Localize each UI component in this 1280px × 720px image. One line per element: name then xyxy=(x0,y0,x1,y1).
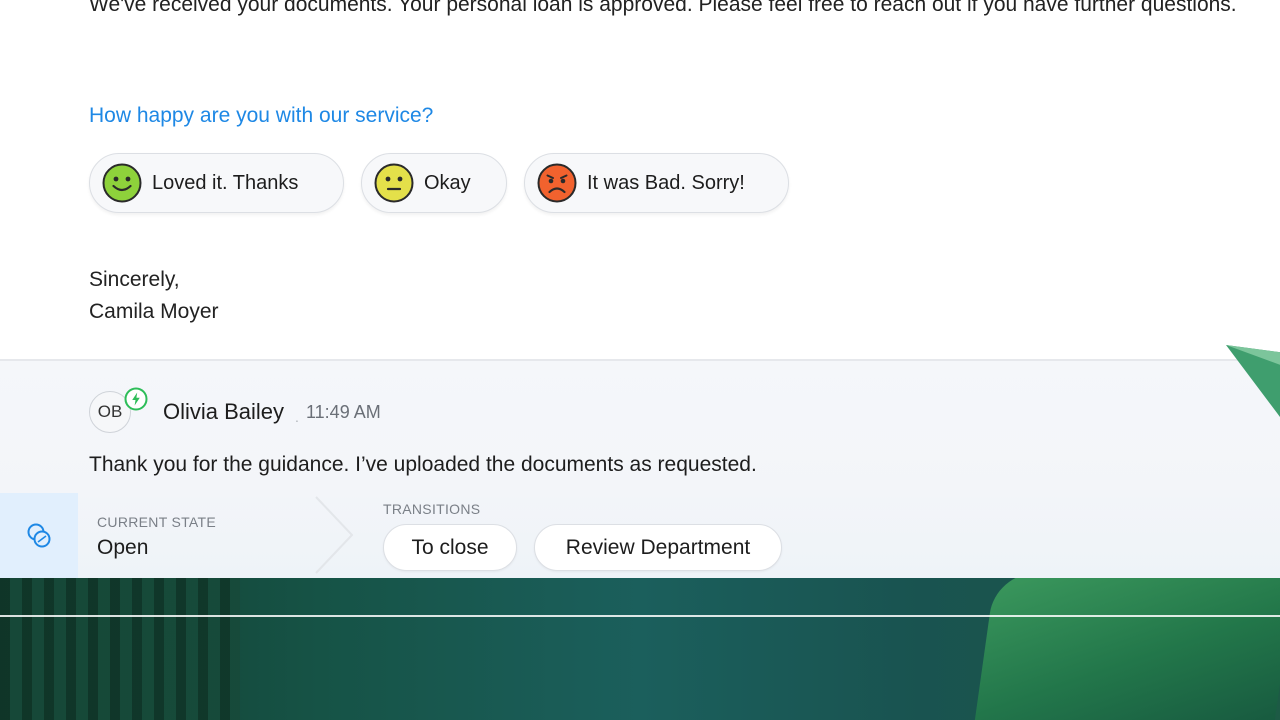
rating-loved-label: Loved it. Thanks xyxy=(152,171,299,194)
sender-name[interactable]: Olivia Bailey xyxy=(163,399,284,425)
message-body: We've received your documents. Your pers… xyxy=(89,0,1237,16)
neutral-face-icon xyxy=(374,163,414,203)
coins-icon xyxy=(27,523,51,547)
reply-body: Thank you for the guidance. I’ve uploade… xyxy=(89,453,757,476)
current-state-label: CURRENT STATE xyxy=(97,514,217,530)
happy-face-icon xyxy=(102,163,142,203)
transition-to-close-button[interactable]: To close xyxy=(383,524,517,571)
rating-loved-button[interactable]: Loved it. Thanks xyxy=(89,153,344,213)
signature: Sincerely, Camila Moyer xyxy=(89,264,219,328)
transitions-label: TRANSITIONS xyxy=(383,501,481,517)
state-bar: CURRENT STATE Open TRANSITIONS To close … xyxy=(0,493,1280,578)
background-decoration xyxy=(0,578,1280,720)
background-shape xyxy=(974,578,1280,720)
current-state-value: Open xyxy=(97,536,149,559)
state-icon-tab[interactable] xyxy=(0,493,78,578)
rating-okay-button[interactable]: Okay xyxy=(361,153,507,213)
decorative-corner-shape xyxy=(1226,345,1280,417)
lightning-badge-icon xyxy=(124,387,148,411)
background-line xyxy=(0,615,1280,617)
email-message: We've received your documents. Your pers… xyxy=(0,0,1280,362)
transition-review-department-button[interactable]: Review Department xyxy=(534,524,782,571)
signoff-line: Sincerely, xyxy=(89,268,180,291)
sad-face-icon xyxy=(537,163,577,203)
signer-name: Camila Moyer xyxy=(89,300,219,323)
background-stripes xyxy=(0,578,240,720)
avatar-initials: OB xyxy=(97,402,123,421)
rating-question: How happy are you with our service? xyxy=(89,104,434,127)
message-time: 11:49 AM xyxy=(306,402,381,422)
rating-bad-button[interactable]: It was Bad. Sorry! xyxy=(524,153,789,213)
chevron-right-icon xyxy=(315,496,354,574)
rating-okay-label: Okay xyxy=(424,171,471,194)
rating-bad-label: It was Bad. Sorry! xyxy=(587,171,745,194)
separator-dot: . xyxy=(295,409,299,425)
